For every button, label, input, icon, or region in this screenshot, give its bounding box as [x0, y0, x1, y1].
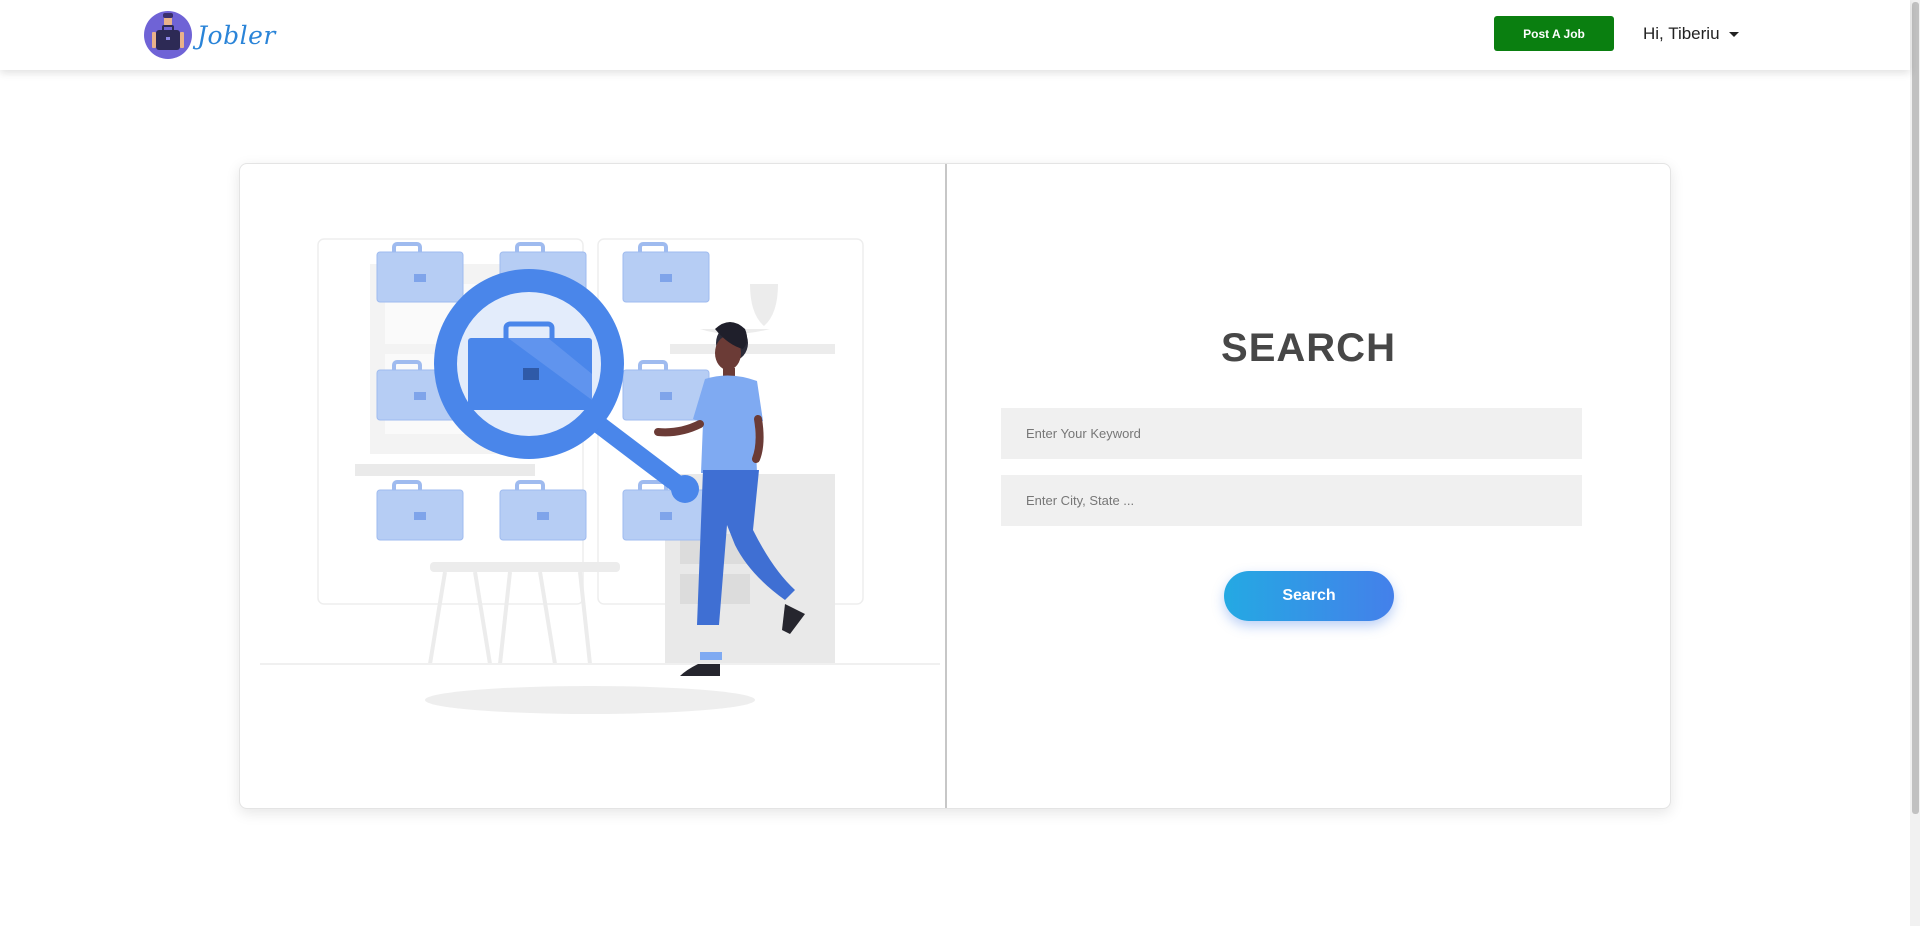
search-panel: SEARCH Search [947, 164, 1670, 808]
keyword-input[interactable] [1001, 408, 1582, 459]
search-button[interactable]: Search [1224, 571, 1394, 621]
top-navbar: Jobler Post A Job Hi, Tiberiu [0, 0, 1910, 70]
page-scrollbar-thumb[interactable] [1912, 2, 1919, 814]
search-title: SEARCH [1221, 326, 1396, 370]
search-card: SEARCH Search [239, 163, 1671, 809]
briefcase-avatar-icon [144, 11, 192, 59]
job-search-illustration [260, 238, 940, 714]
caret-down-icon [1728, 31, 1739, 37]
illustration-panel [240, 164, 947, 808]
post-a-job-button[interactable]: Post A Job [1494, 16, 1614, 51]
brand-link[interactable]: Jobler [143, 9, 276, 61]
location-input[interactable] [1001, 475, 1582, 526]
user-greeting: Hi, Tiberiu [1643, 24, 1720, 43]
user-menu-dropdown[interactable]: Hi, Tiberiu [1643, 22, 1739, 46]
brand-name: Jobler [197, 20, 276, 50]
